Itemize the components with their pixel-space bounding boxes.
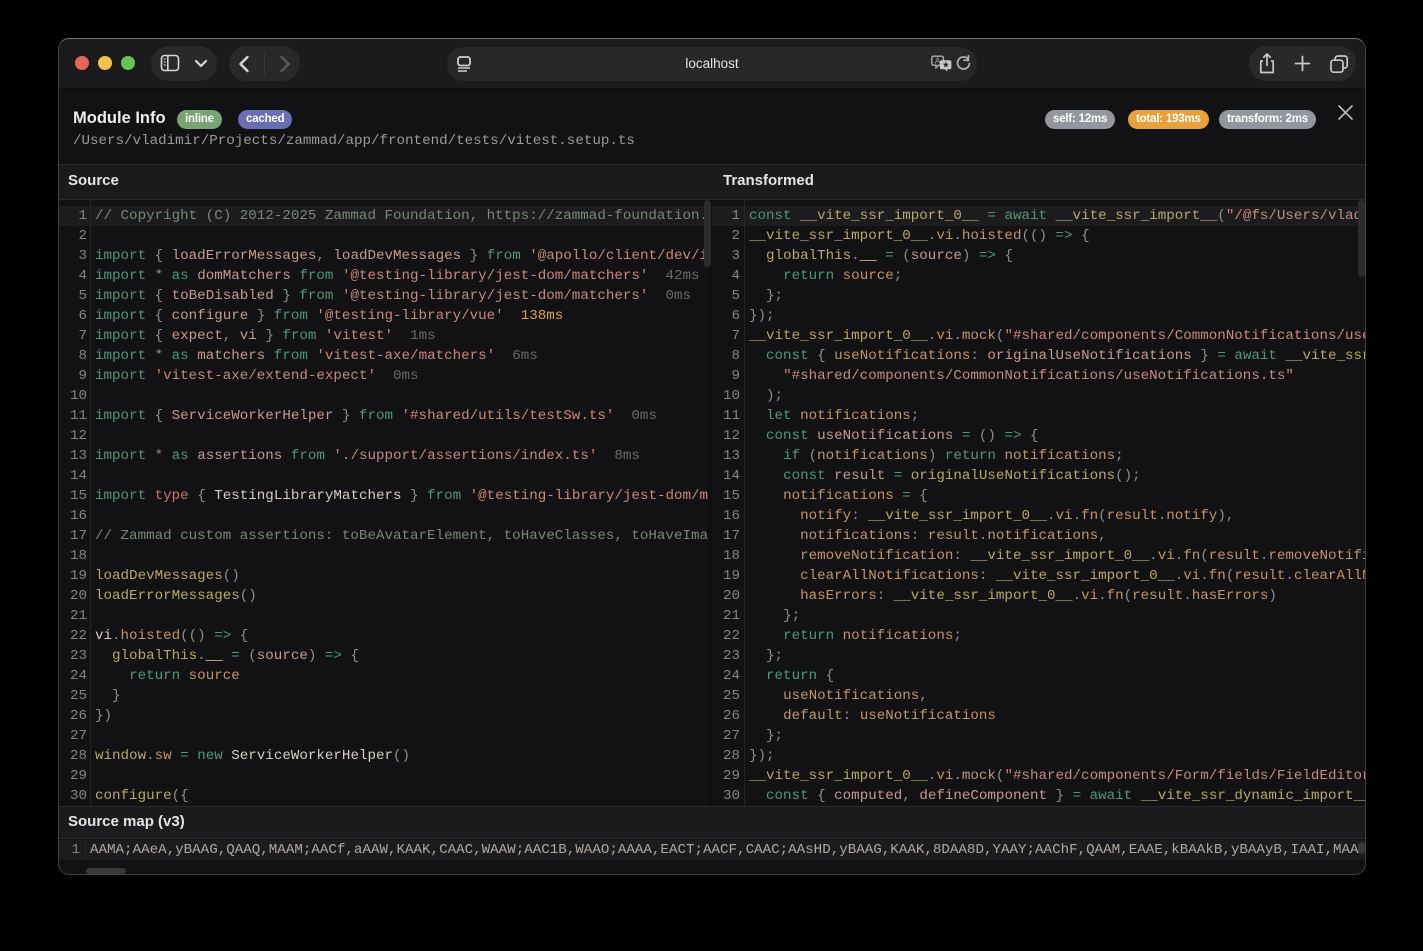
svg-text:★: ★ [942,60,950,70]
